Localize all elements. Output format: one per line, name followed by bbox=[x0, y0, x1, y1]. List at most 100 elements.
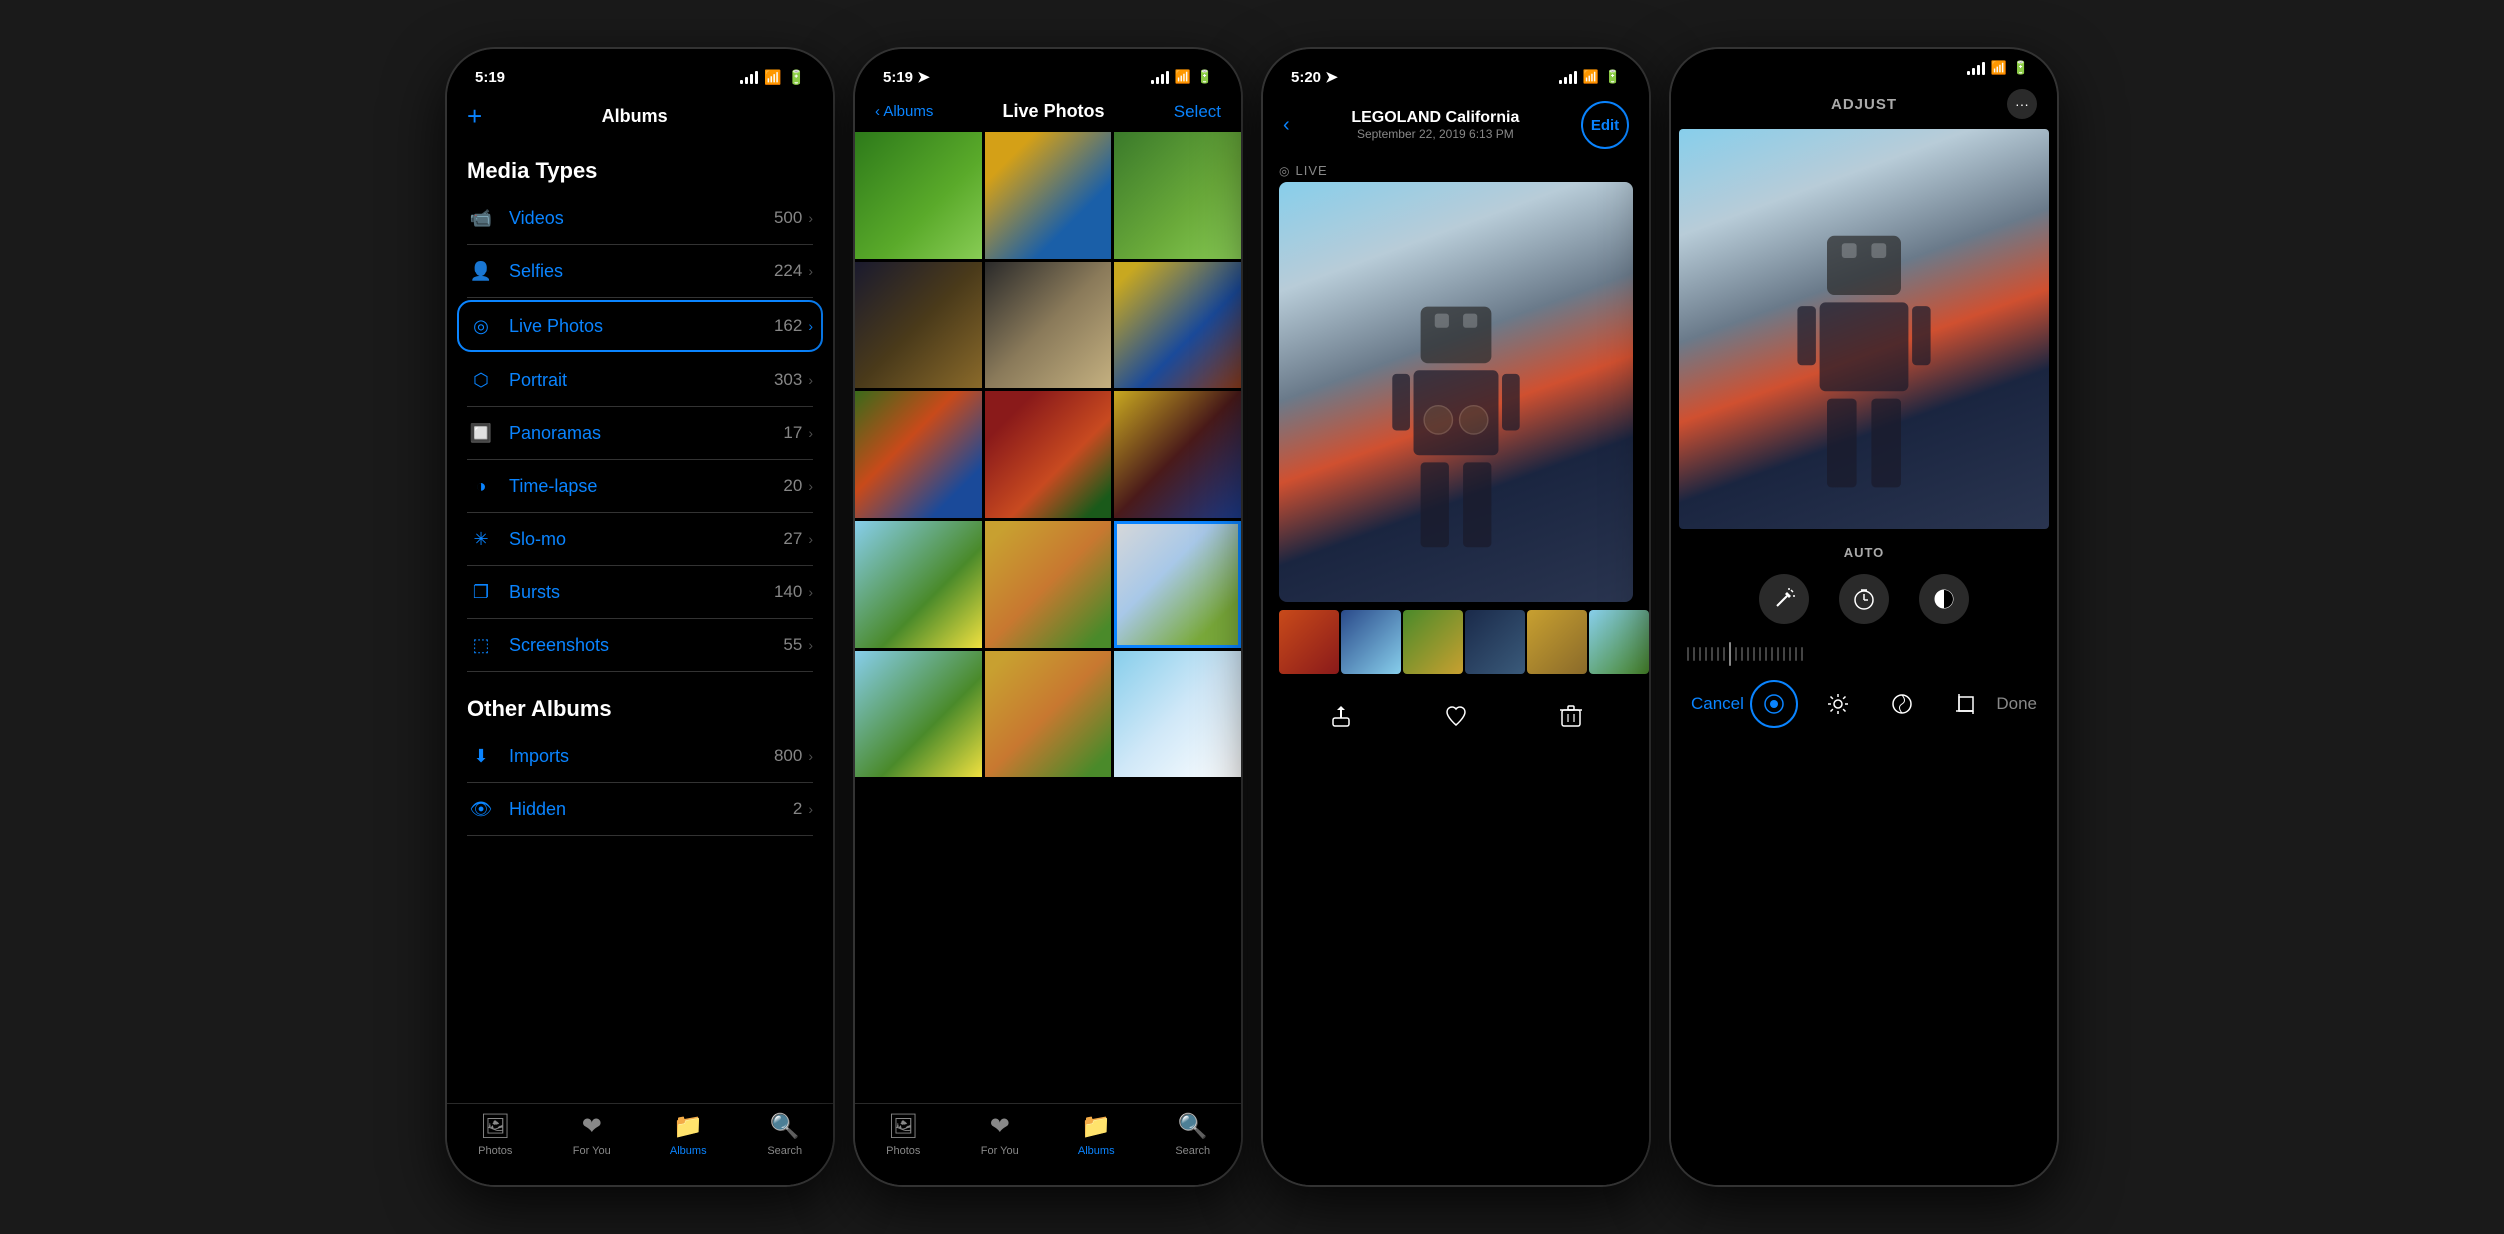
tab-search-1[interactable]: 🔍 Search bbox=[750, 1112, 820, 1157]
color-button[interactable] bbox=[1880, 682, 1924, 726]
photo-cell-14[interactable] bbox=[985, 651, 1112, 778]
more-options-button[interactable]: ··· bbox=[2007, 89, 2037, 119]
album-item-slomo[interactable]: ✳ Slo-mo 27 › bbox=[467, 513, 813, 566]
crop-icon bbox=[1955, 693, 1977, 715]
battery-icon-2: 🔋 bbox=[1197, 69, 1213, 85]
album-item-live-photos[interactable]: ◎ Live Photos 162 › bbox=[459, 302, 821, 350]
tab-bar-1: 🖼 Photos ❤ For You 📁 Albums 🔍 Search bbox=[447, 1103, 833, 1185]
favorite-button[interactable] bbox=[1434, 694, 1478, 738]
album-name-timelapse: Time-lapse bbox=[509, 476, 783, 497]
film-cell-1[interactable] bbox=[1279, 610, 1339, 674]
signal-bars-4 bbox=[1967, 62, 1985, 75]
edit-content: AUTO bbox=[1671, 129, 2057, 1185]
photo-cell-6[interactable] bbox=[1114, 262, 1241, 389]
album-item-timelapse[interactable]: ◑ Time-lapse 20 › bbox=[467, 460, 813, 513]
add-button-1[interactable]: + bbox=[467, 101, 482, 132]
photo-cell-1[interactable] bbox=[855, 132, 982, 259]
adjustment-slider[interactable] bbox=[1671, 634, 2057, 674]
tab-for-you-1[interactable]: ❤ For You bbox=[557, 1112, 627, 1157]
tab-photos-1[interactable]: 🖼 Photos bbox=[460, 1112, 530, 1157]
live-edit-button[interactable] bbox=[1752, 682, 1796, 726]
album-count-live-photos: 162 bbox=[774, 316, 802, 336]
tick-1 bbox=[1687, 647, 1689, 661]
photo-cell-2[interactable] bbox=[985, 132, 1112, 259]
signal-bar-4 bbox=[755, 71, 758, 84]
tick-13 bbox=[1765, 647, 1767, 661]
film-cell-3[interactable] bbox=[1403, 610, 1463, 674]
film-cell-5[interactable] bbox=[1527, 610, 1587, 674]
back-button-3[interactable]: ‹ bbox=[1283, 114, 1290, 137]
done-button-4[interactable]: Done bbox=[1996, 694, 2037, 714]
photo-cell-4[interactable] bbox=[855, 262, 982, 389]
share-button[interactable] bbox=[1319, 694, 1363, 738]
tab-photos-icon-2: 🖼 bbox=[888, 1112, 918, 1141]
page-title-4: ADJUST bbox=[1831, 96, 1897, 113]
tab-albums-label-2: Albums bbox=[1078, 1145, 1115, 1157]
tab-search-2[interactable]: 🔍 Search bbox=[1158, 1112, 1228, 1157]
film-cell-6[interactable] bbox=[1589, 610, 1649, 674]
cancel-button-4[interactable]: Cancel bbox=[1691, 694, 1744, 714]
tab-photos-2[interactable]: 🖼 Photos bbox=[868, 1112, 938, 1157]
photo-cell-7[interactable] bbox=[855, 391, 982, 518]
photo-cell-10[interactable] bbox=[855, 521, 982, 648]
photo-cell-8[interactable] bbox=[985, 391, 1112, 518]
chevron-panoramas: › bbox=[808, 425, 813, 441]
album-count-screenshots: 55 bbox=[783, 635, 802, 655]
album-item-screenshots[interactable]: ⬚ Screenshots 55 › bbox=[467, 619, 813, 672]
film-cell-2[interactable] bbox=[1341, 610, 1401, 674]
status-icons-4: 📶 🔋 bbox=[1967, 60, 2029, 76]
album-item-selfies[interactable]: 👤 Selfies 224 › bbox=[467, 245, 813, 298]
photo-date-subtitle: September 22, 2019 6:13 PM bbox=[1357, 127, 1514, 141]
tab-for-you-2[interactable]: ❤ For You bbox=[965, 1112, 1035, 1157]
contrast-icon bbox=[1933, 588, 1955, 610]
signal-bar-3-4 bbox=[1574, 71, 1577, 84]
status-icons-1: 📶 🔋 bbox=[740, 69, 805, 86]
screenshots-icon: ⬚ bbox=[467, 631, 495, 659]
album-count-panoramas: 17 bbox=[783, 423, 802, 443]
live-badge: ◎ LIVE bbox=[1263, 159, 1649, 182]
delete-button[interactable] bbox=[1549, 694, 1593, 738]
signal-bars-2 bbox=[1151, 71, 1169, 84]
wifi-icon-1: 📶 bbox=[764, 69, 781, 86]
chevron-screenshots: › bbox=[808, 637, 813, 653]
contrast-button[interactable] bbox=[1919, 574, 1969, 624]
album-item-hidden[interactable]: 👁 Hidden 2 › bbox=[467, 783, 813, 836]
album-item-videos[interactable]: 📹 Videos 500 › bbox=[467, 192, 813, 245]
photo-cell-15[interactable] bbox=[1114, 651, 1241, 778]
section-title-other: Other Albums bbox=[467, 696, 813, 722]
album-item-bursts[interactable]: ❐ Bursts 140 › bbox=[467, 566, 813, 619]
signal-bar-2 bbox=[745, 77, 748, 84]
tick-17 bbox=[1789, 647, 1791, 661]
tab-search-icon-1: 🔍 bbox=[770, 1112, 800, 1141]
tab-albums-2[interactable]: 📁 Albums bbox=[1061, 1112, 1131, 1157]
live-photos-icon: ◎ bbox=[467, 312, 495, 340]
select-button[interactable]: Select bbox=[1174, 102, 1221, 122]
edit-circle-button[interactable]: Edit bbox=[1581, 101, 1629, 149]
tick-9 bbox=[1741, 647, 1743, 661]
tick-14 bbox=[1771, 647, 1773, 661]
signal-bar-3-2 bbox=[1564, 77, 1567, 84]
album-item-portrait[interactable]: ⬡ Portrait 303 › bbox=[467, 354, 813, 407]
brightness-button[interactable] bbox=[1816, 682, 1860, 726]
album-item-imports[interactable]: ⬇ Imports 800 › bbox=[467, 730, 813, 783]
signal-bar-3-3 bbox=[1569, 74, 1572, 84]
timer-button[interactable] bbox=[1839, 574, 1889, 624]
photo-cell-12[interactable] bbox=[1114, 521, 1241, 648]
notch-2 bbox=[983, 49, 1113, 77]
film-cell-4[interactable] bbox=[1465, 610, 1525, 674]
tab-albums-label-1: Albums bbox=[670, 1145, 707, 1157]
photo-cell-3[interactable] bbox=[1114, 132, 1241, 259]
crop-button[interactable] bbox=[1944, 682, 1988, 726]
album-item-panoramas[interactable]: 🔲 Panoramas 17 › bbox=[467, 407, 813, 460]
back-to-albums-button[interactable]: ‹ Albums bbox=[875, 103, 933, 120]
photo-cell-9[interactable] bbox=[1114, 391, 1241, 518]
tick-19 bbox=[1801, 647, 1803, 661]
album-count-videos: 500 bbox=[774, 208, 802, 228]
photo-cell-11[interactable] bbox=[985, 521, 1112, 648]
album-name-panoramas: Panoramas bbox=[509, 423, 783, 444]
photo-cell-13[interactable] bbox=[855, 651, 982, 778]
magic-wand-button[interactable] bbox=[1759, 574, 1809, 624]
photo-cell-5[interactable] bbox=[985, 262, 1112, 389]
tab-albums-1[interactable]: 📁 Albums bbox=[653, 1112, 723, 1157]
adjust-auto-label: AUTO bbox=[1671, 537, 2057, 564]
